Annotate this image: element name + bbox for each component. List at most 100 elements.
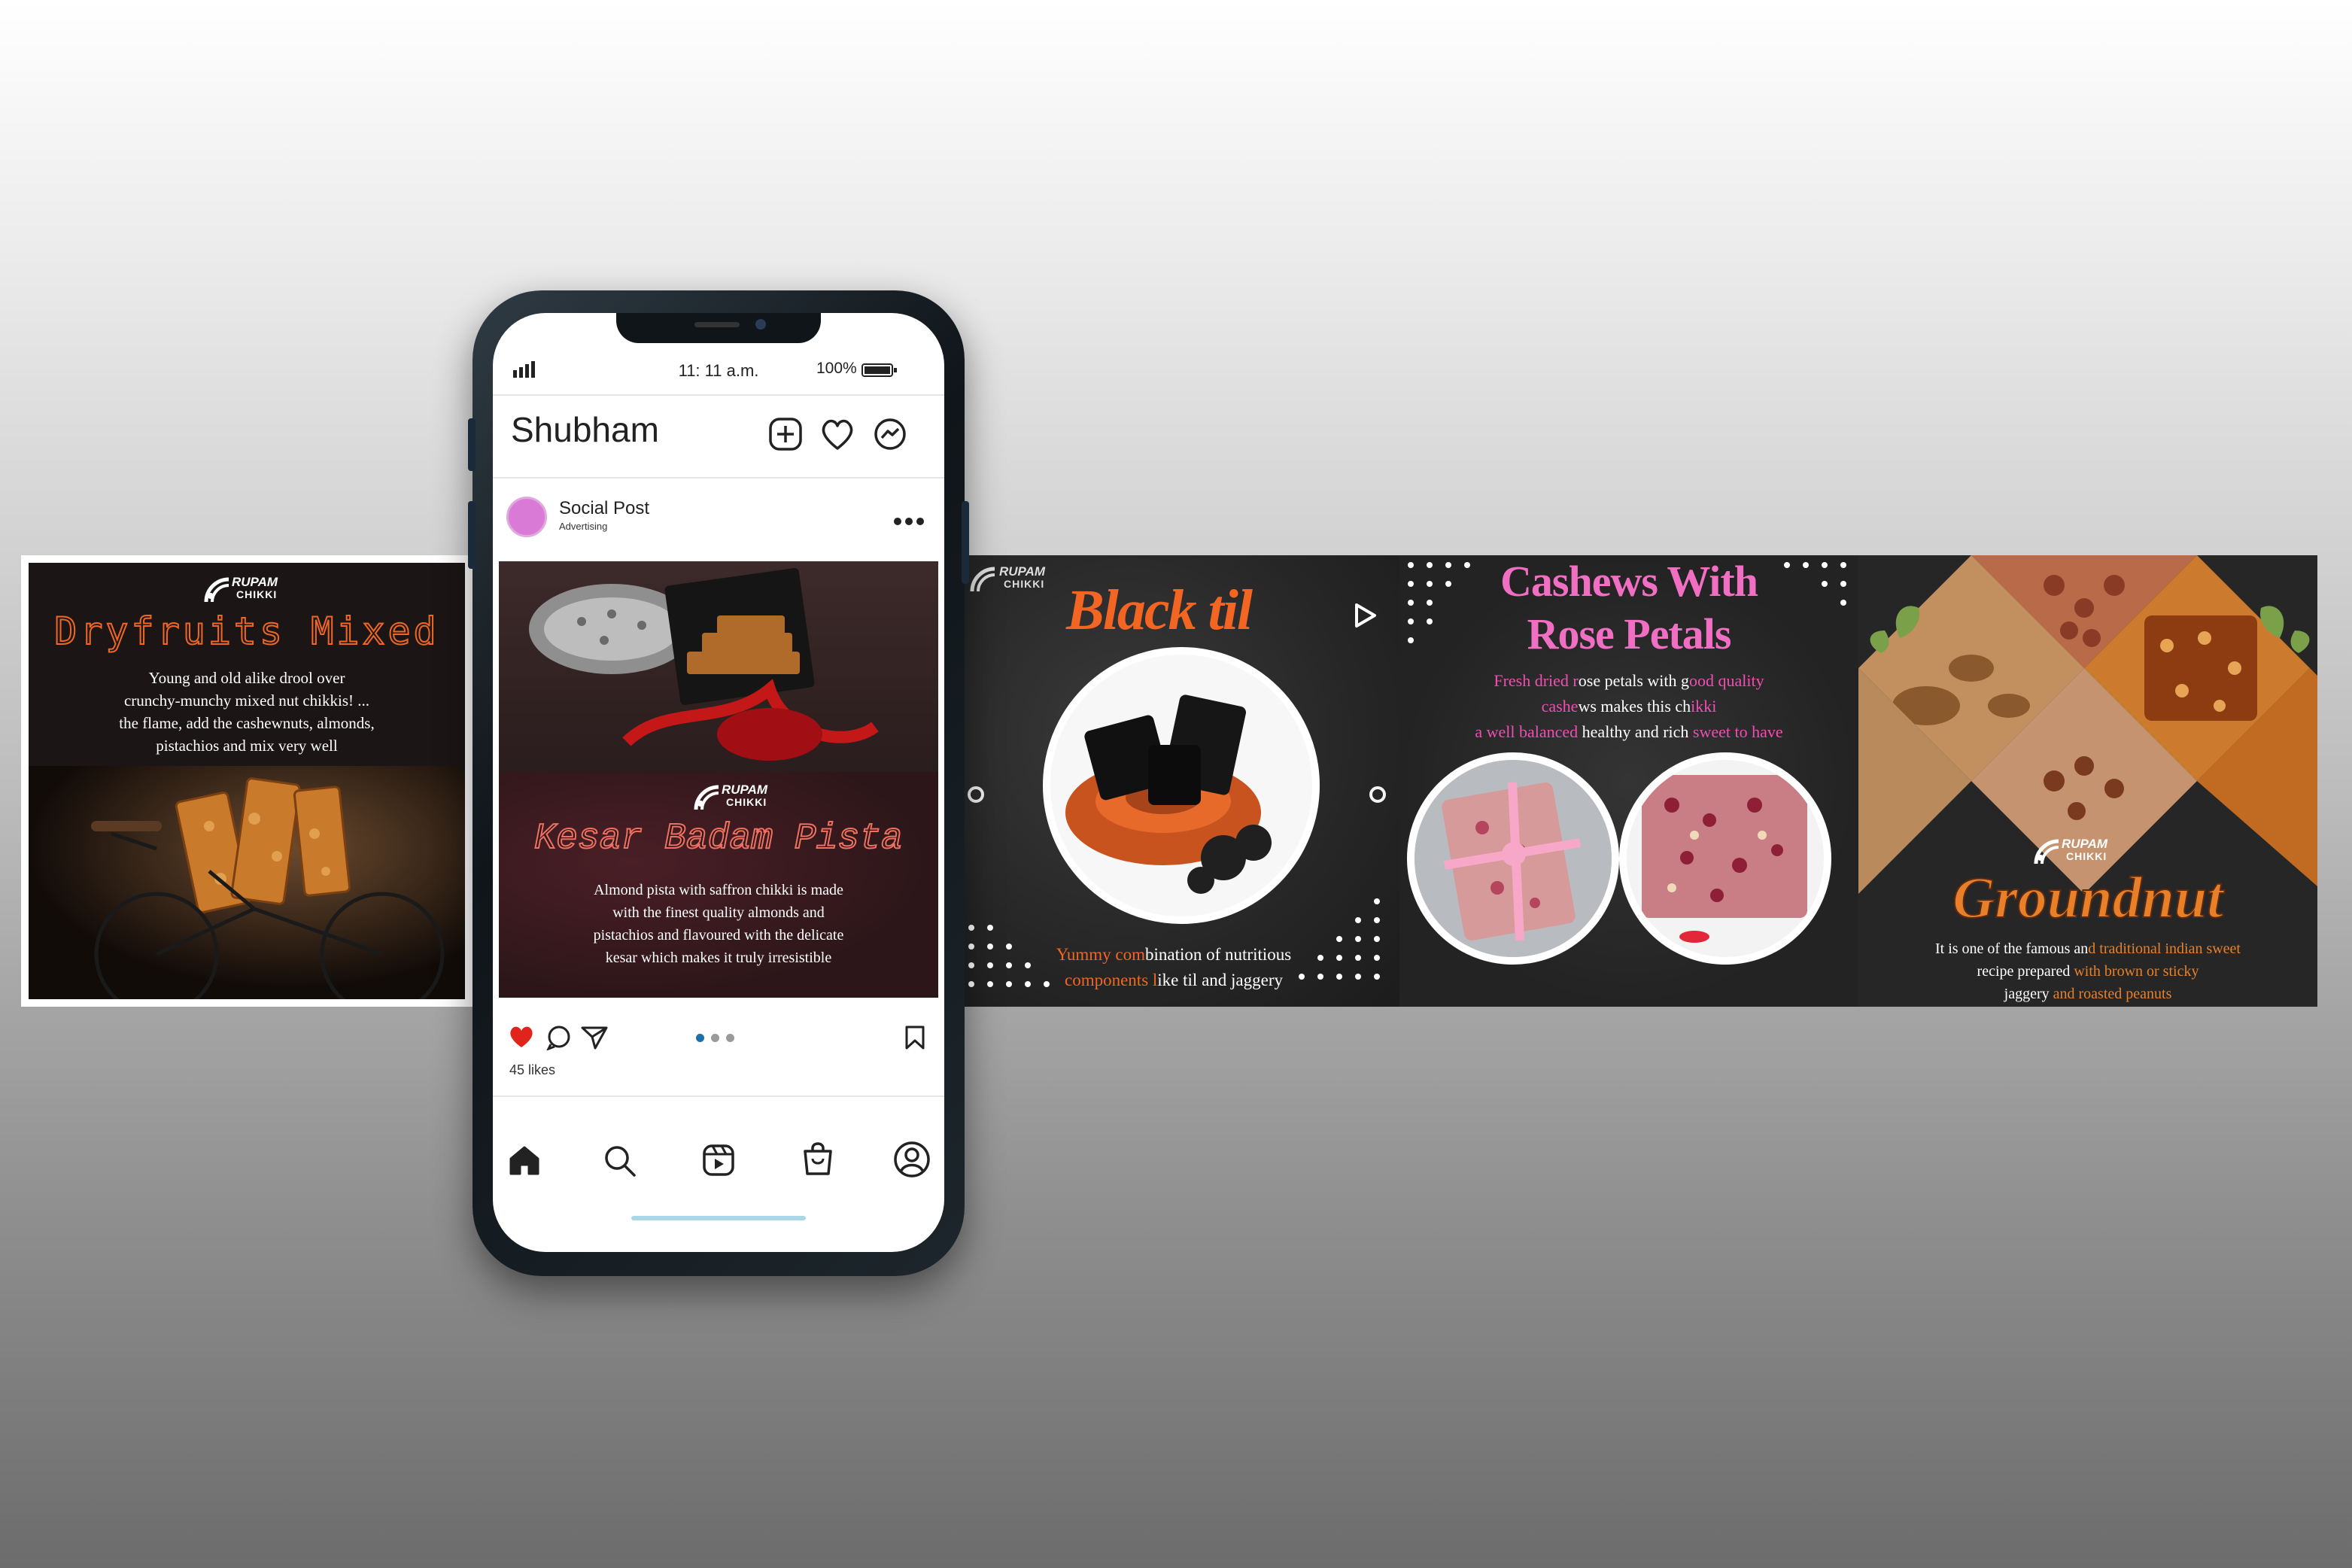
description-line: with the finest quality almonds and [612,904,825,921]
chikki-box-photo [499,561,938,772]
post-account-name[interactable]: Social Post [559,498,649,519]
caption-accent: a well balanced [1475,722,1582,741]
description-line: kesar which makes it truly irresistible [605,950,832,966]
caption-accent: and roasted peanuts [2053,986,2172,1002]
caption-text: ose petals with g [1578,671,1690,690]
signal-icon [513,361,535,378]
caption-text: jaggery [2004,986,2053,1002]
caption-accent: Yummy com [1056,945,1145,964]
caption-text: ws makes this ch [1578,697,1691,716]
likes-count: 45 likes [509,1062,556,1077]
cashew-panel: Cashews With Rose Petals Fresh dried ros… [1399,555,1858,1007]
search-icon[interactable] [603,1144,637,1178]
comment-icon[interactable] [545,1025,573,1050]
phone-side-button [962,501,969,584]
caption-text: healthy and rich [1582,722,1693,741]
plus-square-icon[interactable] [768,417,803,451]
avatar[interactable] [506,497,547,537]
more-icon[interactable] [893,516,925,527]
decor-ring [968,786,984,803]
phone-side-button [468,501,476,569]
reels-icon[interactable] [702,1144,735,1177]
logo-brand-top: RUPAM [999,564,1046,579]
speaker-grille [694,322,740,327]
logo-brand-bottom: CHIKKI [2066,850,2107,862]
heart-icon[interactable] [819,417,855,451]
play-icon [1355,603,1376,628]
description-line: Almond pista with saffron chikki is made [594,882,843,898]
logo-brand-top: RUPAM [232,575,278,589]
description-line: pistachios and flavoured with the delica… [593,927,844,944]
battery-icon [861,363,897,377]
username-title: Shubham [511,410,659,449]
groundnut-caption: It is one of the famous and traditional … [1858,937,2317,1005]
caption-text: bination of nutritious [1144,945,1292,964]
description-line: crunchy-munchy mixed nut chikkis! ... [123,691,369,710]
carousel-strip: RUPAM CHIKKI Black til Yummy combination… [948,555,2317,1007]
home-icon[interactable] [508,1144,541,1177]
profile-icon[interactable] [893,1141,931,1178]
bicycle-chikki-photo [29,766,465,999]
shop-icon[interactable] [801,1141,834,1177]
caption-accent: Fresh dried r [1494,671,1579,690]
kesar-badam-pista-card: RUPAM CHIKKI Kesar Badam Pista Almond pi… [499,772,938,998]
post-image[interactable]: RUPAM CHIKKI Kesar Badam Pista Almond pi… [499,561,938,998]
caption-text: It is one of the famous an [1934,940,2089,957]
heart-filled-icon[interactable] [508,1025,535,1049]
cashew-pieces-photo [1619,752,1831,965]
post-account-subtitle: Advertising [559,521,608,532]
cashew-caption: Fresh dried rose petals with good qualit… [1399,668,1858,745]
logo-brand-bottom: CHIKKI [236,588,278,600]
groundnut-photo-collage [1858,555,2317,894]
logo-brand-bottom: CHIKKI [1004,578,1045,590]
status-time: 11: 11 a.m. [678,361,759,380]
dryfruits-title: Dryfruits Mixed [53,609,439,654]
divider [493,477,944,479]
black-til-caption: Yummy combination of nutritious componen… [993,942,1354,993]
decor-ring [1369,786,1386,803]
carousel-dot-active [696,1034,704,1042]
phone-side-button [468,418,476,471]
dryfruits-card-image: RUPAM CHIKKI Dryfruits Mixed Young and o… [29,563,465,999]
caption-accent: ood quality [1689,671,1764,690]
phone-screen: 11: 11 a.m. 100% Shubham Social Post Adv… [493,313,944,1252]
groundnut-panel: RUPAM CHIKKI Groundnut It is one of the … [1858,555,2317,1007]
caption-accent: d traditional indian sweet [2088,940,2241,957]
description-line: the flame, add the cashewnuts, almonds, [119,714,375,732]
send-icon[interactable] [580,1025,609,1050]
bookmark-icon[interactable] [904,1025,926,1050]
black-til-panel: RUPAM CHIKKI Black til Yummy combination… [948,555,1399,1007]
groundnut-title: Groundnut [1952,864,2224,931]
status-battery-text: 100% [816,360,857,377]
divider [493,1095,944,1097]
caption-text: ike til and jaggery [1157,971,1283,989]
front-camera [755,319,766,330]
logo-brand-bottom: CHIKKI [726,796,767,808]
logo-brand-top: RUPAM [722,782,768,797]
messenger-icon[interactable] [872,417,908,453]
kesar-title: Kesar Badam Pista [533,818,904,860]
caption-accent: with brown or sticky [2074,963,2199,980]
caption-text: recipe prepared [1977,963,2074,980]
kesar-description: Almond pista with saffron chikki is made… [499,879,938,969]
cashew-title-line: Cashews With [1500,557,1758,606]
black-til-title: Black til [1066,579,1253,642]
carousel-dot [726,1034,734,1042]
caption-accent: cashe [1541,697,1579,716]
cashew-title-line: Rose Petals [1527,609,1732,658]
description-line: pistachios and mix very well [156,737,338,755]
caption-accent: ikki [1691,697,1717,716]
logo-brand-top: RUPAM [2062,837,2108,851]
dryfruits-card: RUPAM CHIKKI Dryfruits Mixed Young and o… [21,555,473,1007]
phone-mockup: 11: 11 a.m. 100% Shubham Social Post Adv… [468,290,969,1276]
phone-notch [616,313,821,343]
cashew-gift-photo [1407,752,1619,965]
caption-accent: components l [1065,971,1158,989]
divider [493,394,944,396]
dryfruits-description: Young and old alike drool over crunchy-m… [29,667,465,757]
home-indicator[interactable] [631,1216,806,1220]
description-line: Young and old alike drool over [148,669,345,687]
carousel-dot [711,1034,719,1042]
black-til-photo [1043,647,1320,924]
caption-accent: sweet to have [1692,722,1783,741]
